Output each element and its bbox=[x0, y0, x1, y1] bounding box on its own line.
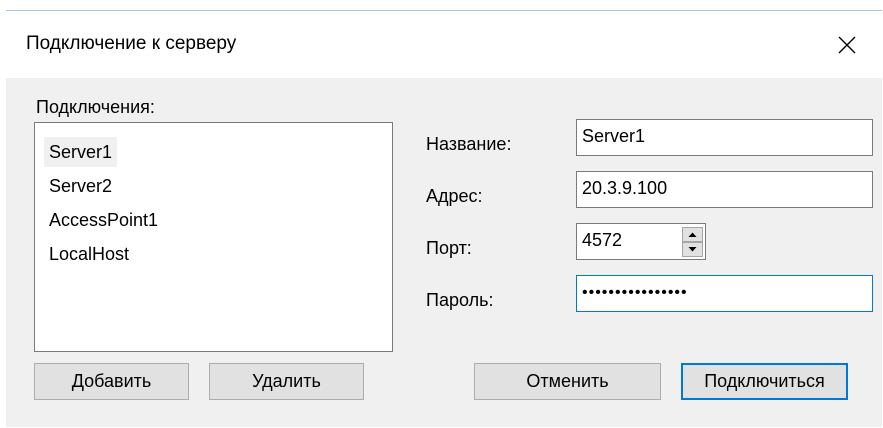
name-field[interactable]: Server1 bbox=[576, 119, 873, 156]
list-item-server1[interactable]: Server1 bbox=[44, 137, 118, 167]
port-value: 4572 bbox=[582, 230, 623, 250]
connect-dialog: Подключение к серверу Подключения: Serve… bbox=[6, 10, 882, 427]
address-label: Адрес: bbox=[426, 186, 483, 206]
port-label: Порт: bbox=[426, 238, 472, 258]
list-item-localhost[interactable]: LocalHost bbox=[44, 239, 134, 269]
list-item-server2[interactable]: Server2 bbox=[44, 171, 117, 201]
list-item-accesspoint1[interactable]: AccessPoint1 bbox=[44, 205, 163, 235]
connections-label: Подключения: bbox=[36, 97, 155, 117]
spin-up-button[interactable] bbox=[682, 227, 703, 242]
close-icon bbox=[838, 36, 856, 53]
title-bar: Подключение к серверу bbox=[6, 11, 882, 78]
password-label: Пароль: bbox=[426, 290, 494, 310]
add-button[interactable]: Добавить bbox=[34, 363, 189, 400]
password-field[interactable]: •••••••••••••••• bbox=[576, 275, 873, 312]
triangle-down-icon bbox=[688, 247, 697, 252]
port-spinner[interactable] bbox=[682, 227, 703, 258]
dialog-title: Подключение к серверу bbox=[26, 33, 237, 54]
connections-list[interactable]: Server1 Server2 AccessPoint1 LocalHost bbox=[34, 122, 393, 352]
address-field[interactable]: 20.3.9.100 bbox=[576, 171, 873, 208]
name-label: Название: bbox=[426, 134, 512, 154]
close-button[interactable] bbox=[812, 11, 882, 78]
triangle-up-icon bbox=[688, 232, 697, 237]
connect-button[interactable]: Подключиться bbox=[681, 363, 848, 400]
cancel-button[interactable]: Отменить bbox=[474, 363, 661, 400]
spin-down-button[interactable] bbox=[682, 242, 703, 257]
delete-button[interactable]: Удалить bbox=[209, 363, 364, 400]
